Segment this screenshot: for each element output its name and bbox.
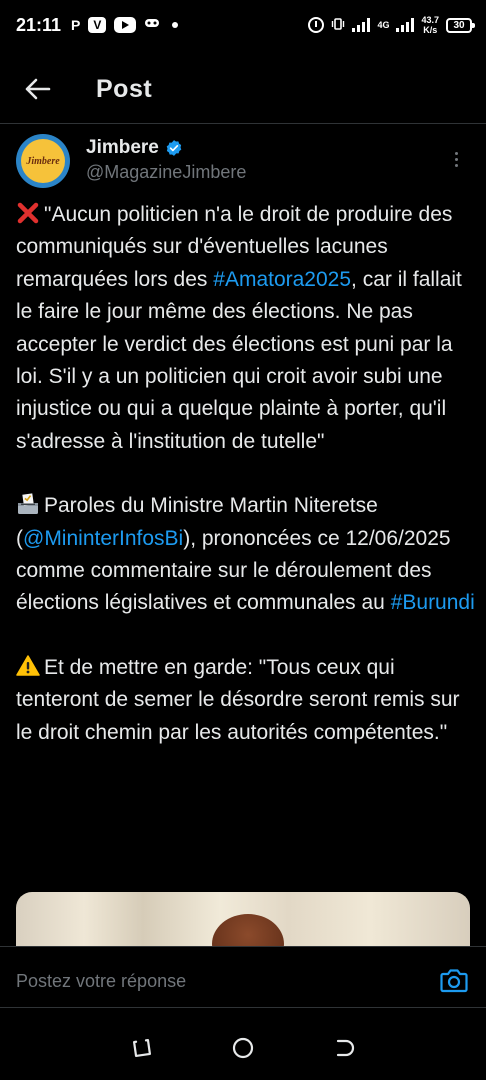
post-paragraph-1: "Aucun politicien n'a le droit de produi… [16,199,476,458]
back-button[interactable] [18,69,58,109]
network-speed-value: 43.7 [421,15,439,25]
status-right-icons: 4G 43.7 K/s 30 [308,15,475,35]
ballot-box-icon [18,493,38,515]
post-text: "Aucun politicien n'a le droit de produi… [16,199,476,749]
reply-input[interactable]: Postez votre réponse [16,971,186,992]
gamepad-icon [144,16,160,34]
author-handle[interactable]: @MagazineJimbere [86,162,246,183]
more-dot [454,151,458,155]
post-image[interactable] [16,892,470,952]
home-button[interactable] [228,1033,258,1063]
network-type: 4G [377,19,390,30]
status-left-icons: P V [71,16,179,34]
post-paragraph-3: Et de mettre en garde: "Tous ceux qui te… [16,652,476,749]
hashtag-link[interactable]: #Amatora2025 [213,268,351,291]
recents-icon [133,1038,152,1058]
camera-icon[interactable] [440,967,468,993]
home-icon [232,1037,254,1059]
vpn-icon: V [88,17,107,33]
back-nav-button[interactable] [329,1033,359,1063]
reply-bar: Postez votre réponse [0,946,486,1012]
header-divider [0,123,486,124]
verified-badge-icon [166,140,182,156]
network-speed-unit: K/s [423,25,438,35]
screen: 21:11 P V 4G 43.7 K/s 30 Post Jimbere Ji… [0,0,486,1080]
mention-link[interactable]: @MininterInfosBi [23,527,183,550]
youtube-icon [114,17,137,33]
back-arrow-icon [25,78,51,100]
pinterest-icon: P [71,17,81,33]
recents-button[interactable] [127,1033,157,1063]
more-dot [454,163,458,167]
more-options-button[interactable] [446,146,466,172]
back-nav-icon [336,1039,354,1057]
page-title: Post [96,74,153,103]
more-notifications-dot [172,22,179,28]
post-author: Jimbere Jimbere @MagazineJimbere [16,134,470,190]
alarm-icon [308,17,325,33]
battery-icon: 30 [446,17,475,33]
author-name: Jimbere [86,137,159,158]
cross-mark-icon [17,202,39,224]
system-nav-bar [0,1016,486,1080]
network-speed: 43.7 K/s [421,15,439,35]
signal-icon [352,18,371,32]
status-bar: 21:11 P V 4G 43.7 K/s 30 [0,0,486,50]
avatar[interactable]: Jimbere [16,134,70,188]
avatar-logo: Jimbere [21,139,65,183]
reply-divider [0,1007,486,1008]
status-time: 21:11 [16,14,62,35]
author-name-row[interactable]: Jimbere [86,137,183,159]
vibrate-icon [331,17,345,34]
app-header: Post [0,56,486,122]
post-text-segment: Et de mettre en garde: "Tous ceux qui te… [16,655,460,744]
hashtag-link[interactable]: #Burundi [391,591,475,614]
post-text-segment: , car il fallait le faire le jour même d… [16,267,462,453]
more-dot [454,157,458,161]
post-paragraph-2: Paroles du Ministre Martin Niteretse (@M… [16,490,476,620]
signal-icon-2 [396,18,415,32]
warning-icon [16,655,40,676]
